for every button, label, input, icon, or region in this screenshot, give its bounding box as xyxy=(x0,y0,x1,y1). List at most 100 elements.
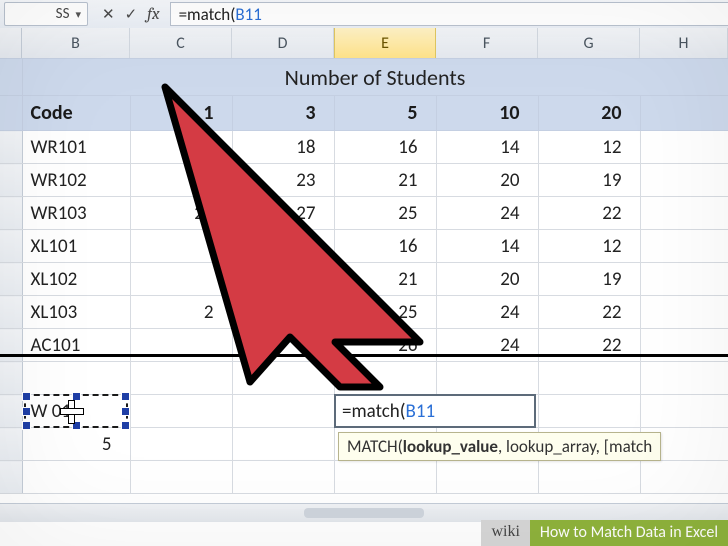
row-header[interactable] xyxy=(0,131,22,164)
cell[interactable] xyxy=(640,96,728,131)
table-row xyxy=(0,362,728,395)
cell[interactable]: 22 xyxy=(538,197,640,230)
cell[interactable] xyxy=(334,461,436,494)
cell[interactable] xyxy=(232,296,334,329)
cell[interactable]: 25 xyxy=(334,197,436,230)
cell[interactable] xyxy=(436,461,538,494)
cell[interactable] xyxy=(640,395,728,428)
cell[interactable]: 2 xyxy=(130,296,232,329)
row-header[interactable] xyxy=(0,428,22,461)
cell[interactable] xyxy=(232,362,334,395)
cell[interactable]: WR103 xyxy=(22,197,130,230)
row-header[interactable] xyxy=(0,197,22,230)
header-bucket: 3 xyxy=(232,96,334,131)
name-box[interactable]: SS ▾ xyxy=(4,2,88,26)
active-cell-E11[interactable]: =match(B11 xyxy=(334,394,536,428)
cell[interactable]: 25 xyxy=(334,296,436,329)
cell[interactable]: WR102 xyxy=(22,164,130,197)
column-header-C[interactable]: C xyxy=(130,28,232,58)
formula-text-ref: B11 xyxy=(235,4,261,25)
cell[interactable]: 18 xyxy=(232,131,334,164)
cell[interactable]: 14 xyxy=(436,230,538,263)
cell[interactable] xyxy=(640,230,728,263)
column-header-E[interactable]: E xyxy=(334,28,436,58)
cell[interactable]: 20 xyxy=(436,263,538,296)
cell[interactable] xyxy=(232,263,334,296)
confirm-icon[interactable]: ✓ xyxy=(125,5,138,24)
cell[interactable]: 16 xyxy=(334,230,436,263)
cell[interactable]: 23 xyxy=(232,164,334,197)
cell[interactable] xyxy=(130,395,232,428)
row-header[interactable] xyxy=(0,96,22,131)
column-header-F[interactable]: F xyxy=(436,28,538,58)
formula-bar: SS ▾ ✕ ✓ fx =match(B11 xyxy=(0,0,728,29)
cell[interactable] xyxy=(130,461,232,494)
table-row: WR103 28 27 25 24 22 xyxy=(0,197,728,230)
cell[interactable] xyxy=(538,362,640,395)
cell[interactable]: 8 xyxy=(232,230,334,263)
cell[interactable]: 28 xyxy=(130,197,232,230)
cell[interactable] xyxy=(130,230,232,263)
cell[interactable] xyxy=(232,395,334,428)
row-header[interactable] xyxy=(0,230,22,263)
cell[interactable] xyxy=(640,296,728,329)
cell[interactable] xyxy=(130,362,232,395)
name-box-dropdown-icon[interactable]: ▾ xyxy=(75,8,81,21)
column-header-B[interactable]: B xyxy=(22,28,130,58)
row-header[interactable] xyxy=(0,395,22,428)
cell[interactable]: XL103 xyxy=(22,296,130,329)
column-header-row: B C D E F G H xyxy=(0,28,728,59)
cell[interactable]: 21 xyxy=(334,164,436,197)
cell[interactable]: XL102 xyxy=(22,263,130,296)
fx-icon[interactable]: fx xyxy=(147,5,159,24)
cell[interactable] xyxy=(640,263,728,296)
cell[interactable] xyxy=(130,263,232,296)
column-header-G[interactable]: G xyxy=(538,28,640,58)
scrollbar-thumb[interactable] xyxy=(304,508,424,518)
row-header[interactable] xyxy=(0,164,22,197)
row-header[interactable] xyxy=(0,296,22,329)
cell[interactable]: 14 xyxy=(436,131,538,164)
column-header-H[interactable]: H xyxy=(640,28,728,58)
cell-B12[interactable]: 5 xyxy=(22,428,130,461)
header-code: Code xyxy=(22,96,130,131)
cell[interactable]: 20 xyxy=(436,164,538,197)
cell[interactable]: 21 xyxy=(334,263,436,296)
cell[interactable] xyxy=(640,362,728,395)
cell[interactable] xyxy=(640,164,728,197)
cell[interactable]: 19 xyxy=(538,263,640,296)
cell[interactable]: 24 xyxy=(436,296,538,329)
column-header-D[interactable]: D xyxy=(232,28,334,58)
cell[interactable]: XL101 xyxy=(22,230,130,263)
cell[interactable]: WR101 xyxy=(22,131,130,164)
cell[interactable] xyxy=(22,461,130,494)
select-all-corner[interactable] xyxy=(0,28,22,58)
cell[interactable]: 22 xyxy=(538,296,640,329)
cell[interactable]: 16 xyxy=(334,131,436,164)
cell[interactable] xyxy=(334,362,436,395)
row-header[interactable] xyxy=(0,461,22,494)
cell[interactable] xyxy=(538,461,640,494)
cell[interactable] xyxy=(640,131,728,164)
cell[interactable]: 25 xyxy=(130,164,232,197)
formula-input[interactable]: =match(B11 xyxy=(170,2,728,26)
cancel-icon[interactable]: ✕ xyxy=(102,5,115,24)
cell[interactable] xyxy=(232,461,334,494)
cell[interactable] xyxy=(436,362,538,395)
cell[interactable]: 27 xyxy=(232,197,334,230)
row-header[interactable] xyxy=(0,59,22,96)
cell[interactable]: 20 xyxy=(130,131,232,164)
cell[interactable] xyxy=(232,428,334,461)
cell[interactable]: 19 xyxy=(538,164,640,197)
cell[interactable] xyxy=(538,395,640,428)
table-row: XL101 8 16 14 12 xyxy=(0,230,728,263)
cell[interactable] xyxy=(640,461,728,494)
cell[interactable] xyxy=(130,428,232,461)
row-header[interactable] xyxy=(0,263,22,296)
cell[interactable] xyxy=(22,362,130,395)
row-header[interactable] xyxy=(0,362,22,395)
cell[interactable]: 24 xyxy=(436,197,538,230)
cell[interactable]: 12 xyxy=(538,131,640,164)
cell[interactable] xyxy=(640,197,728,230)
cell[interactable]: 12 xyxy=(538,230,640,263)
